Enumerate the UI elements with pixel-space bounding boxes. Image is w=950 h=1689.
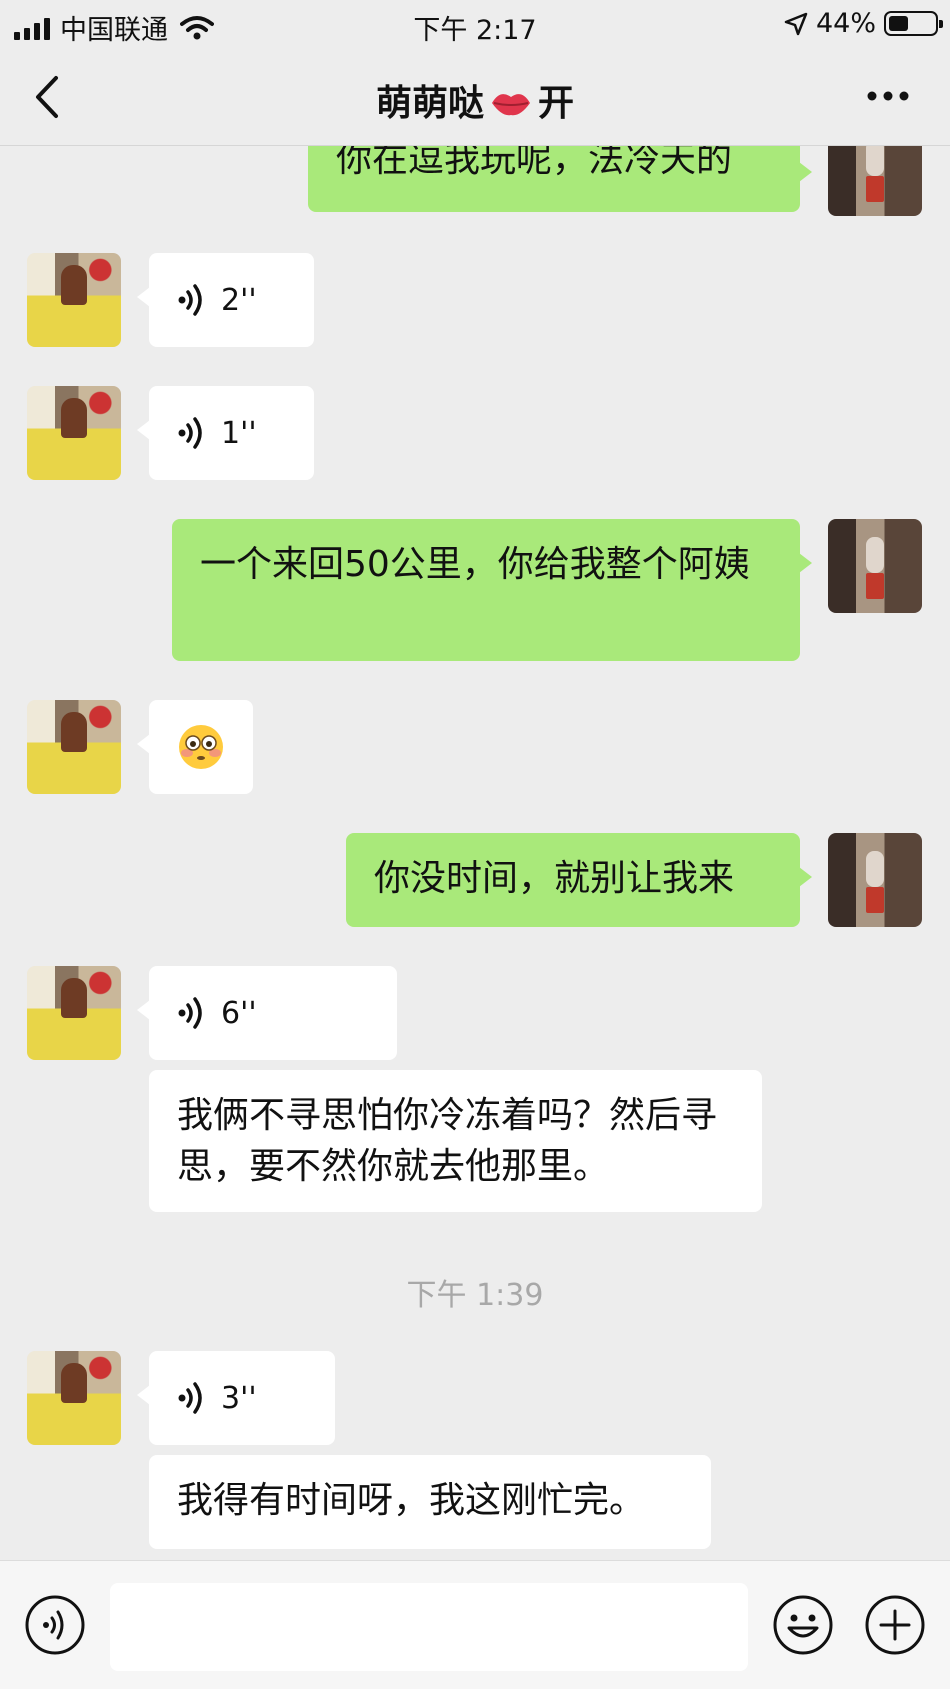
status-time: 下午 2:17 xyxy=(413,15,537,46)
voice-message[interactable]: 1'' xyxy=(137,386,314,480)
battery-icon xyxy=(884,11,943,36)
voice-duration: 2'' xyxy=(221,282,257,318)
voice-duration: 6'' xyxy=(221,995,257,1031)
message-input[interactable] xyxy=(110,1583,748,1671)
emoji-message[interactable] xyxy=(137,700,253,794)
voice-duration: 1'' xyxy=(221,415,257,451)
emoji-icon[interactable] xyxy=(772,1594,834,1656)
message-bubble-received[interactable]: 我俩不寻思怕你冷冻着吗？然后寻思，要不然你就去他那里。 xyxy=(149,1070,762,1212)
more-icon[interactable] xyxy=(866,90,910,102)
contact-avatar[interactable] xyxy=(27,253,121,347)
contact-avatar[interactable] xyxy=(27,966,121,1060)
contact-name-suffix: 开 xyxy=(538,83,575,124)
voice-wave-icon xyxy=(178,417,202,449)
message-text: 你在逗我玩呢，法冷天的 xyxy=(336,146,733,180)
voice-wave-icon xyxy=(178,284,202,316)
wifi-icon xyxy=(180,15,214,39)
flushed-face-icon xyxy=(179,725,223,769)
message-bubble-received[interactable]: 我得有时间呀，我这刚忙完。 xyxy=(149,1455,711,1549)
contact-avatar[interactable] xyxy=(27,1351,121,1445)
contact-avatar[interactable] xyxy=(27,700,121,794)
message-text: 我俩不寻思怕你冷冻着吗？然后寻思，要不然你就去他那里。 xyxy=(177,1095,718,1187)
chat-message-list[interactable]: 你在逗我玩呢，法冷天的 2'' 1'' 一个来回50公里，你给我整个阿姨 你没时… xyxy=(0,146,950,1560)
my-avatar[interactable] xyxy=(828,146,922,216)
message-timestamp: 下午 1:39 xyxy=(406,1278,544,1313)
status-bar: 中国联通 下午 2:17 44% xyxy=(0,0,950,48)
voice-message[interactable]: 6'' xyxy=(137,966,397,1060)
contact-avatar[interactable] xyxy=(27,386,121,480)
voice-wave-icon xyxy=(178,997,202,1029)
message-text: 你没时间，就别让我来 xyxy=(374,858,735,899)
message-text: 一个来回50公里，你给我整个阿姨 xyxy=(200,544,750,585)
voice-mode-icon[interactable] xyxy=(24,1594,86,1656)
voice-duration: 3'' xyxy=(221,1380,257,1416)
battery-percent: 44% xyxy=(815,8,876,39)
my-avatar[interactable] xyxy=(828,519,922,613)
my-avatar[interactable] xyxy=(828,833,922,927)
message-bubble-sent[interactable]: 你没时间，就别让我来 xyxy=(346,833,812,927)
carrier-name: 中国联通 xyxy=(60,15,168,46)
input-bar xyxy=(0,1560,950,1689)
message-bubble-sent[interactable]: 你在逗我玩呢，法冷天的 xyxy=(308,146,812,212)
contact-name: 萌萌哒 xyxy=(375,83,484,124)
voice-message[interactable]: 2'' xyxy=(137,253,314,347)
message-text: 我得有时间呀，我这刚忙完。 xyxy=(177,1480,646,1521)
chat-header: 萌萌哒 开 xyxy=(0,48,950,146)
message-bubble-sent[interactable]: 一个来回50公里，你给我整个阿姨 xyxy=(172,519,812,661)
signal-icon xyxy=(14,16,50,40)
back-icon[interactable] xyxy=(30,74,70,120)
voice-message[interactable]: 3'' xyxy=(137,1351,335,1445)
lips-icon xyxy=(492,94,530,116)
page-title: 萌萌哒 开 xyxy=(0,74,950,126)
location-arrow-icon xyxy=(784,12,808,35)
plus-icon[interactable] xyxy=(864,1594,926,1656)
voice-wave-icon xyxy=(178,1382,202,1414)
